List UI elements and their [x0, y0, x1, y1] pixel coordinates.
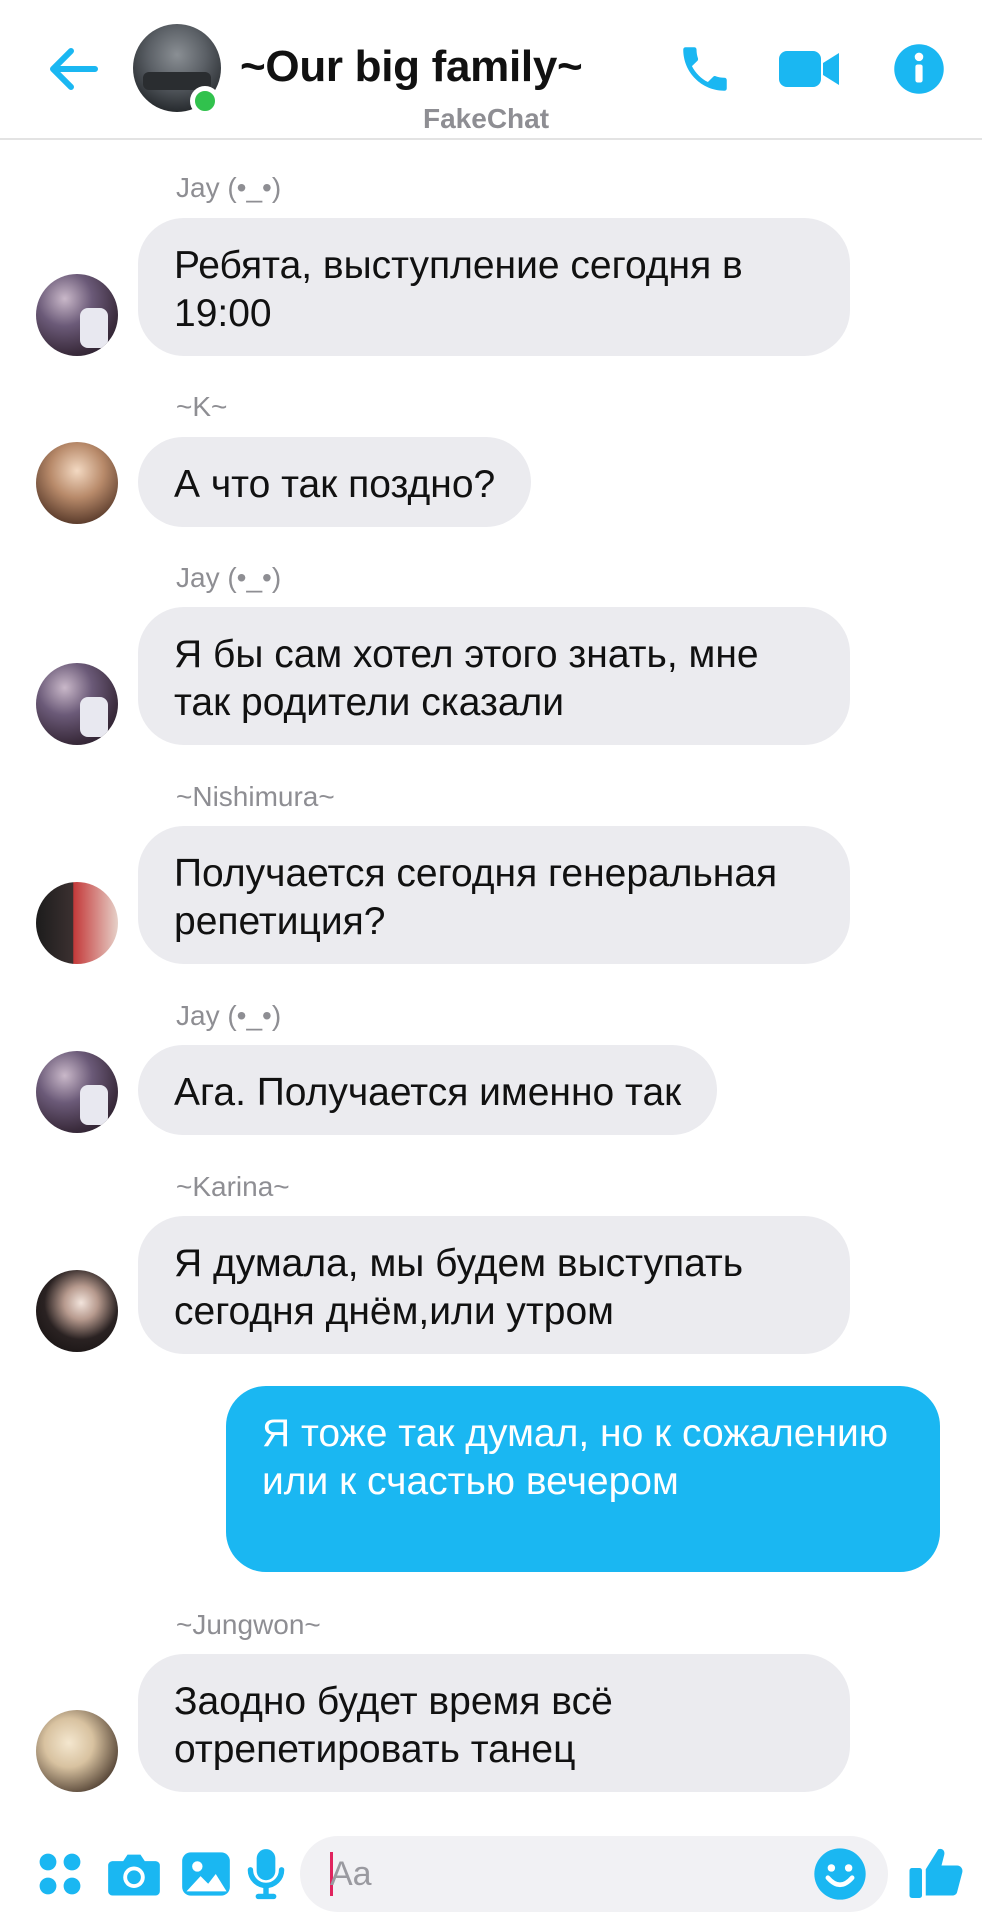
message-bubble[interactable]: Получается сегодня генеральная репетиция…	[138, 826, 850, 964]
sender-name: ~Karina~	[176, 1171, 290, 1202]
sender-name: Jay (•_•)	[176, 1000, 282, 1031]
emoji-icon[interactable]	[810, 1844, 870, 1904]
message-bubble[interactable]: Я бы сам хотел этого знать, мне так роди…	[138, 607, 850, 745]
avatar[interactable]	[36, 1710, 118, 1792]
online-status-indicator	[190, 86, 220, 116]
avatar[interactable]	[36, 1270, 118, 1352]
chat-header: ~Our big family~ FakeChat	[0, 0, 982, 140]
message-composer[interactable]	[300, 1836, 888, 1912]
avatar[interactable]	[36, 442, 118, 524]
avatar[interactable]	[36, 274, 118, 356]
message-bubble[interactable]: Заодно будет время всё отрепетировать та…	[138, 1654, 850, 1792]
message-bubble[interactable]: Я думала, мы будем выступать сегодня днё…	[138, 1216, 850, 1354]
avatar[interactable]	[36, 663, 118, 745]
avatar[interactable]	[36, 1051, 118, 1133]
message-input[interactable]	[330, 1846, 790, 1902]
chat-title[interactable]: ~Our big family~	[240, 42, 583, 92]
sender-name: ~Nishimura~	[176, 781, 335, 812]
sender-name: Jay (•_•)	[176, 562, 282, 593]
sender-name: Jay (•_•)	[176, 172, 282, 203]
avatar[interactable]	[36, 882, 118, 964]
camera-icon[interactable]	[104, 1844, 164, 1904]
composer-bar	[0, 1830, 982, 1920]
apps-grid-icon[interactable]	[30, 1844, 90, 1904]
sender-name: ~K~	[176, 391, 228, 422]
outgoing-message-bubble[interactable]: Я тоже так думал, но к сожалению или к с…	[226, 1386, 940, 1572]
sender-name: ~Jungwon~	[176, 1609, 321, 1640]
message-bubble[interactable]: Ага. Получается именно так	[138, 1045, 718, 1135]
gallery-icon[interactable]	[176, 1844, 236, 1904]
microphone-icon[interactable]	[236, 1844, 296, 1904]
phone-icon[interactable]	[672, 36, 738, 102]
message-bubble[interactable]: А что так поздно?	[138, 437, 532, 527]
thumbs-up-icon[interactable]	[904, 1840, 970, 1906]
video-camera-icon[interactable]	[776, 36, 842, 102]
message-bubble[interactable]: Ребята, выступление сегодня в 19:00	[138, 218, 850, 356]
info-icon[interactable]	[886, 36, 952, 102]
back-arrow-icon[interactable]	[42, 38, 104, 100]
chat-subtitle: FakeChat	[423, 103, 550, 134]
